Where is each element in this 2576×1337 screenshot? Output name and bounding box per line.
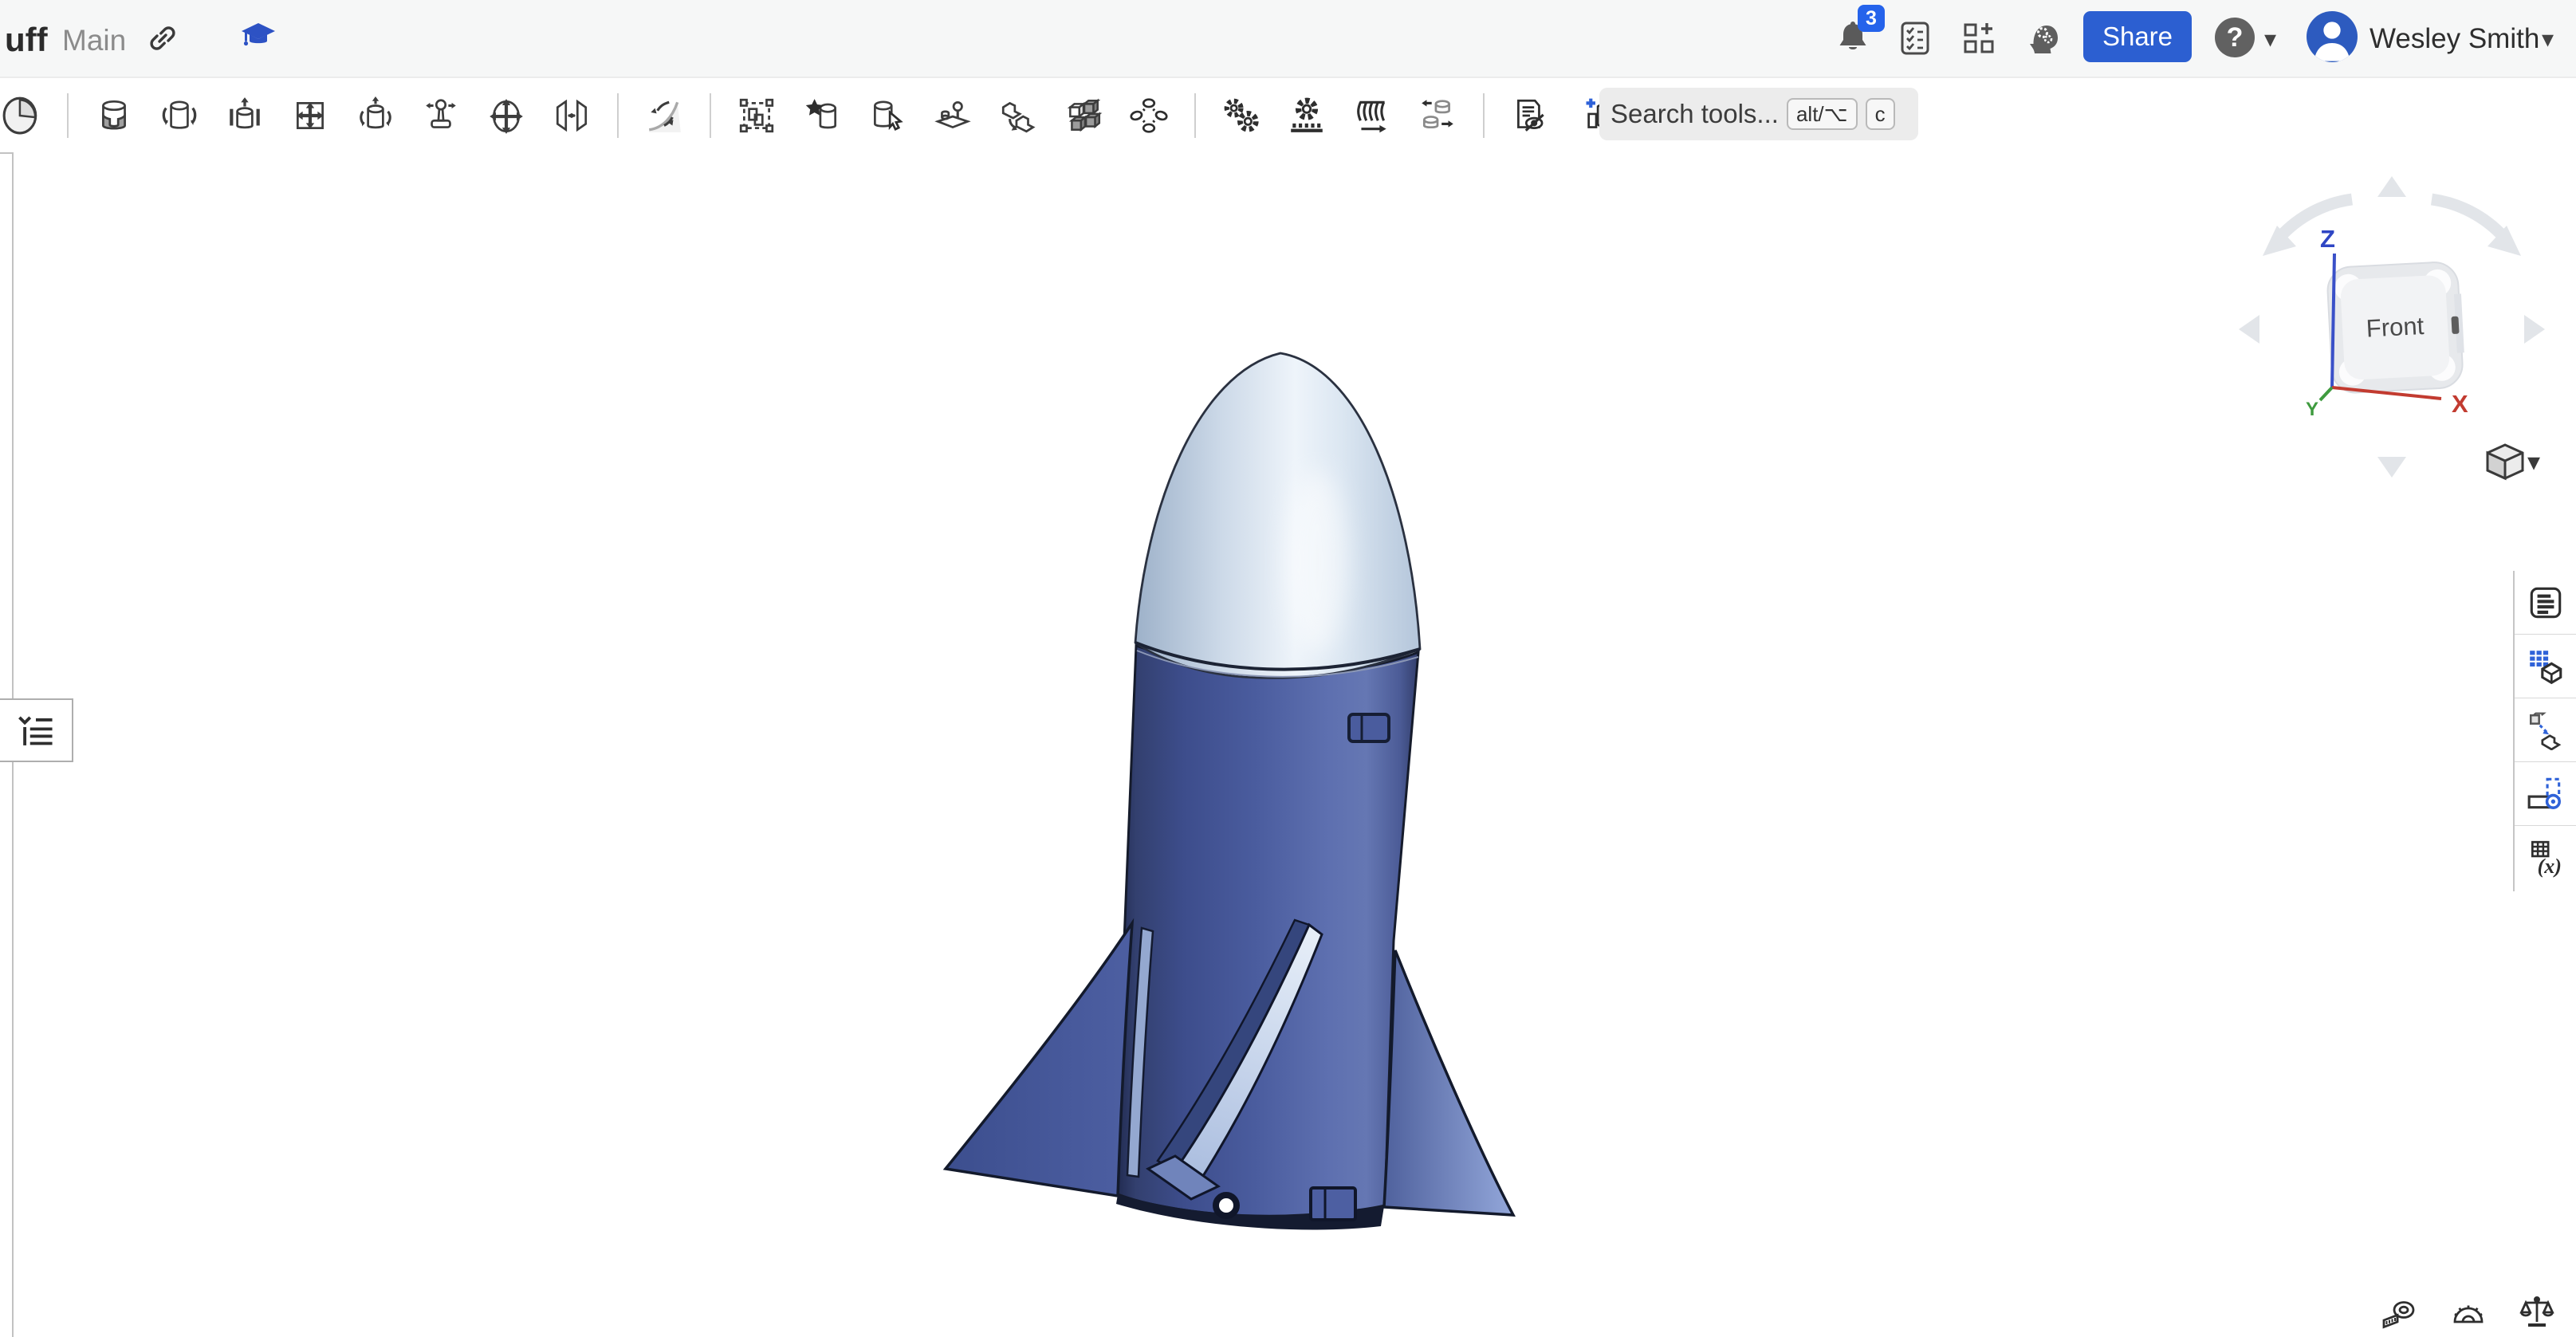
search-placeholder: Search tools... <box>1610 99 1779 128</box>
helix-icon[interactable] <box>356 96 395 136</box>
top-header-bar: uff Main 3 Share ? ▾ Wesley Smith ▾ <box>0 0 2576 78</box>
help-icon[interactable]: ? <box>2215 18 2255 57</box>
select-part-icon[interactable] <box>867 96 907 136</box>
toolbar-divider <box>710 93 711 138</box>
sheet-metal-panel-icon[interactable] <box>2515 762 2576 826</box>
gears-pair-icon[interactable] <box>1221 96 1261 136</box>
notification-count-badge: 3 <box>1858 5 1885 32</box>
user-name[interactable]: Wesley Smith <box>2370 23 2539 55</box>
revolve-icon[interactable] <box>159 96 199 136</box>
right-side-panel: (x) <box>2513 571 2576 891</box>
rotate-left-arrow[interactable] <box>2239 315 2259 344</box>
derive-transfer-icon[interactable] <box>998 96 1038 136</box>
transform-icon[interactable] <box>737 96 777 136</box>
spring-icon[interactable] <box>1352 96 1392 136</box>
rotate-down-arrow[interactable] <box>2377 457 2406 478</box>
x-axis-label: X <box>2452 390 2468 418</box>
rotate-right-arrow[interactable] <box>2524 315 2545 344</box>
variables-panel-icon[interactable]: (x) <box>2515 826 2576 890</box>
move-face-icon[interactable] <box>486 96 526 136</box>
loft-icon[interactable] <box>290 96 330 136</box>
graduation-cap-icon[interactable] <box>239 19 277 57</box>
y-axis-label: Y <box>2306 399 2318 420</box>
shortcut-key-alt: alt/⌥ <box>1786 97 1858 131</box>
sweep-icon[interactable] <box>225 96 265 136</box>
explode-parts-icon[interactable] <box>1129 96 1169 136</box>
sketch-pie-icon[interactable] <box>2 96 41 136</box>
toolbar-divider <box>617 93 619 138</box>
ai-head-gears-icon[interactable] <box>2023 19 2062 57</box>
shortcut-key-c: c <box>1865 97 1895 131</box>
help-caret-down-icon[interactable]: ▾ <box>2264 26 2276 53</box>
view-mode-caret-down-icon[interactable]: ▾ <box>2527 446 2540 477</box>
tasks-checklist-icon[interactable] <box>1896 19 1934 57</box>
feature-tree-toggle-button[interactable] <box>0 698 73 762</box>
mass-properties-scale-icon[interactable] <box>2518 1293 2556 1331</box>
hide-features-doc-icon[interactable] <box>1510 96 1550 136</box>
share-button[interactable]: Share <box>2083 11 2192 62</box>
fillet-icon[interactable] <box>644 96 684 136</box>
front-face-label[interactable]: Front <box>2366 312 2425 343</box>
toolbar-divider <box>1483 93 1485 138</box>
workspace-main-label[interactable]: Main <box>62 24 126 57</box>
view-cube-front-face[interactable]: Front <box>2326 261 2466 394</box>
rocket-model[interactable] <box>877 335 1595 1276</box>
pattern-cubes-icon[interactable] <box>1064 96 1103 136</box>
variables-glyph: (x) <box>2537 855 2561 878</box>
configurations-panel-icon[interactable] <box>2515 635 2576 698</box>
feature-toolbar <box>0 78 2576 153</box>
gear-rack-icon[interactable] <box>1287 96 1327 136</box>
apps-grid-plus-icon[interactable] <box>1960 19 1998 57</box>
rib-knob-icon[interactable] <box>421 96 461 136</box>
rotate-up-arrow[interactable] <box>2377 176 2406 197</box>
document-title: uff <box>5 21 48 58</box>
assembly-block-icon[interactable] <box>933 96 973 136</box>
toolbar-divider <box>67 93 69 138</box>
derived-parts-panel-icon[interactable] <box>2515 698 2576 762</box>
toolbar-divider <box>1194 93 1196 138</box>
search-tools-input[interactable]: Search tools... alt/⌥ c <box>1599 88 1918 140</box>
z-axis-label: Z <box>2320 225 2335 253</box>
feature-list-toggle-icon <box>13 709 59 755</box>
mirror-icon[interactable] <box>552 96 592 136</box>
avatar[interactable] <box>2307 11 2358 62</box>
user-caret-down-icon[interactable]: ▾ <box>2542 26 2554 53</box>
cylinder-transfer-icon[interactable] <box>1418 96 1457 136</box>
feature-list-panel-icon[interactable] <box>2515 571 2576 635</box>
extrude-cylinder-icon[interactable] <box>94 96 134 136</box>
cad-app-window: uff Main 3 Share ? ▾ Wesley Smith ▾ Sear… <box>0 0 2576 1337</box>
custom-star-part-icon[interactable] <box>802 96 842 136</box>
protractor-icon[interactable] <box>2449 1295 2488 1333</box>
tape-measure-icon[interactable] <box>2380 1293 2418 1331</box>
link-icon[interactable] <box>144 19 182 57</box>
